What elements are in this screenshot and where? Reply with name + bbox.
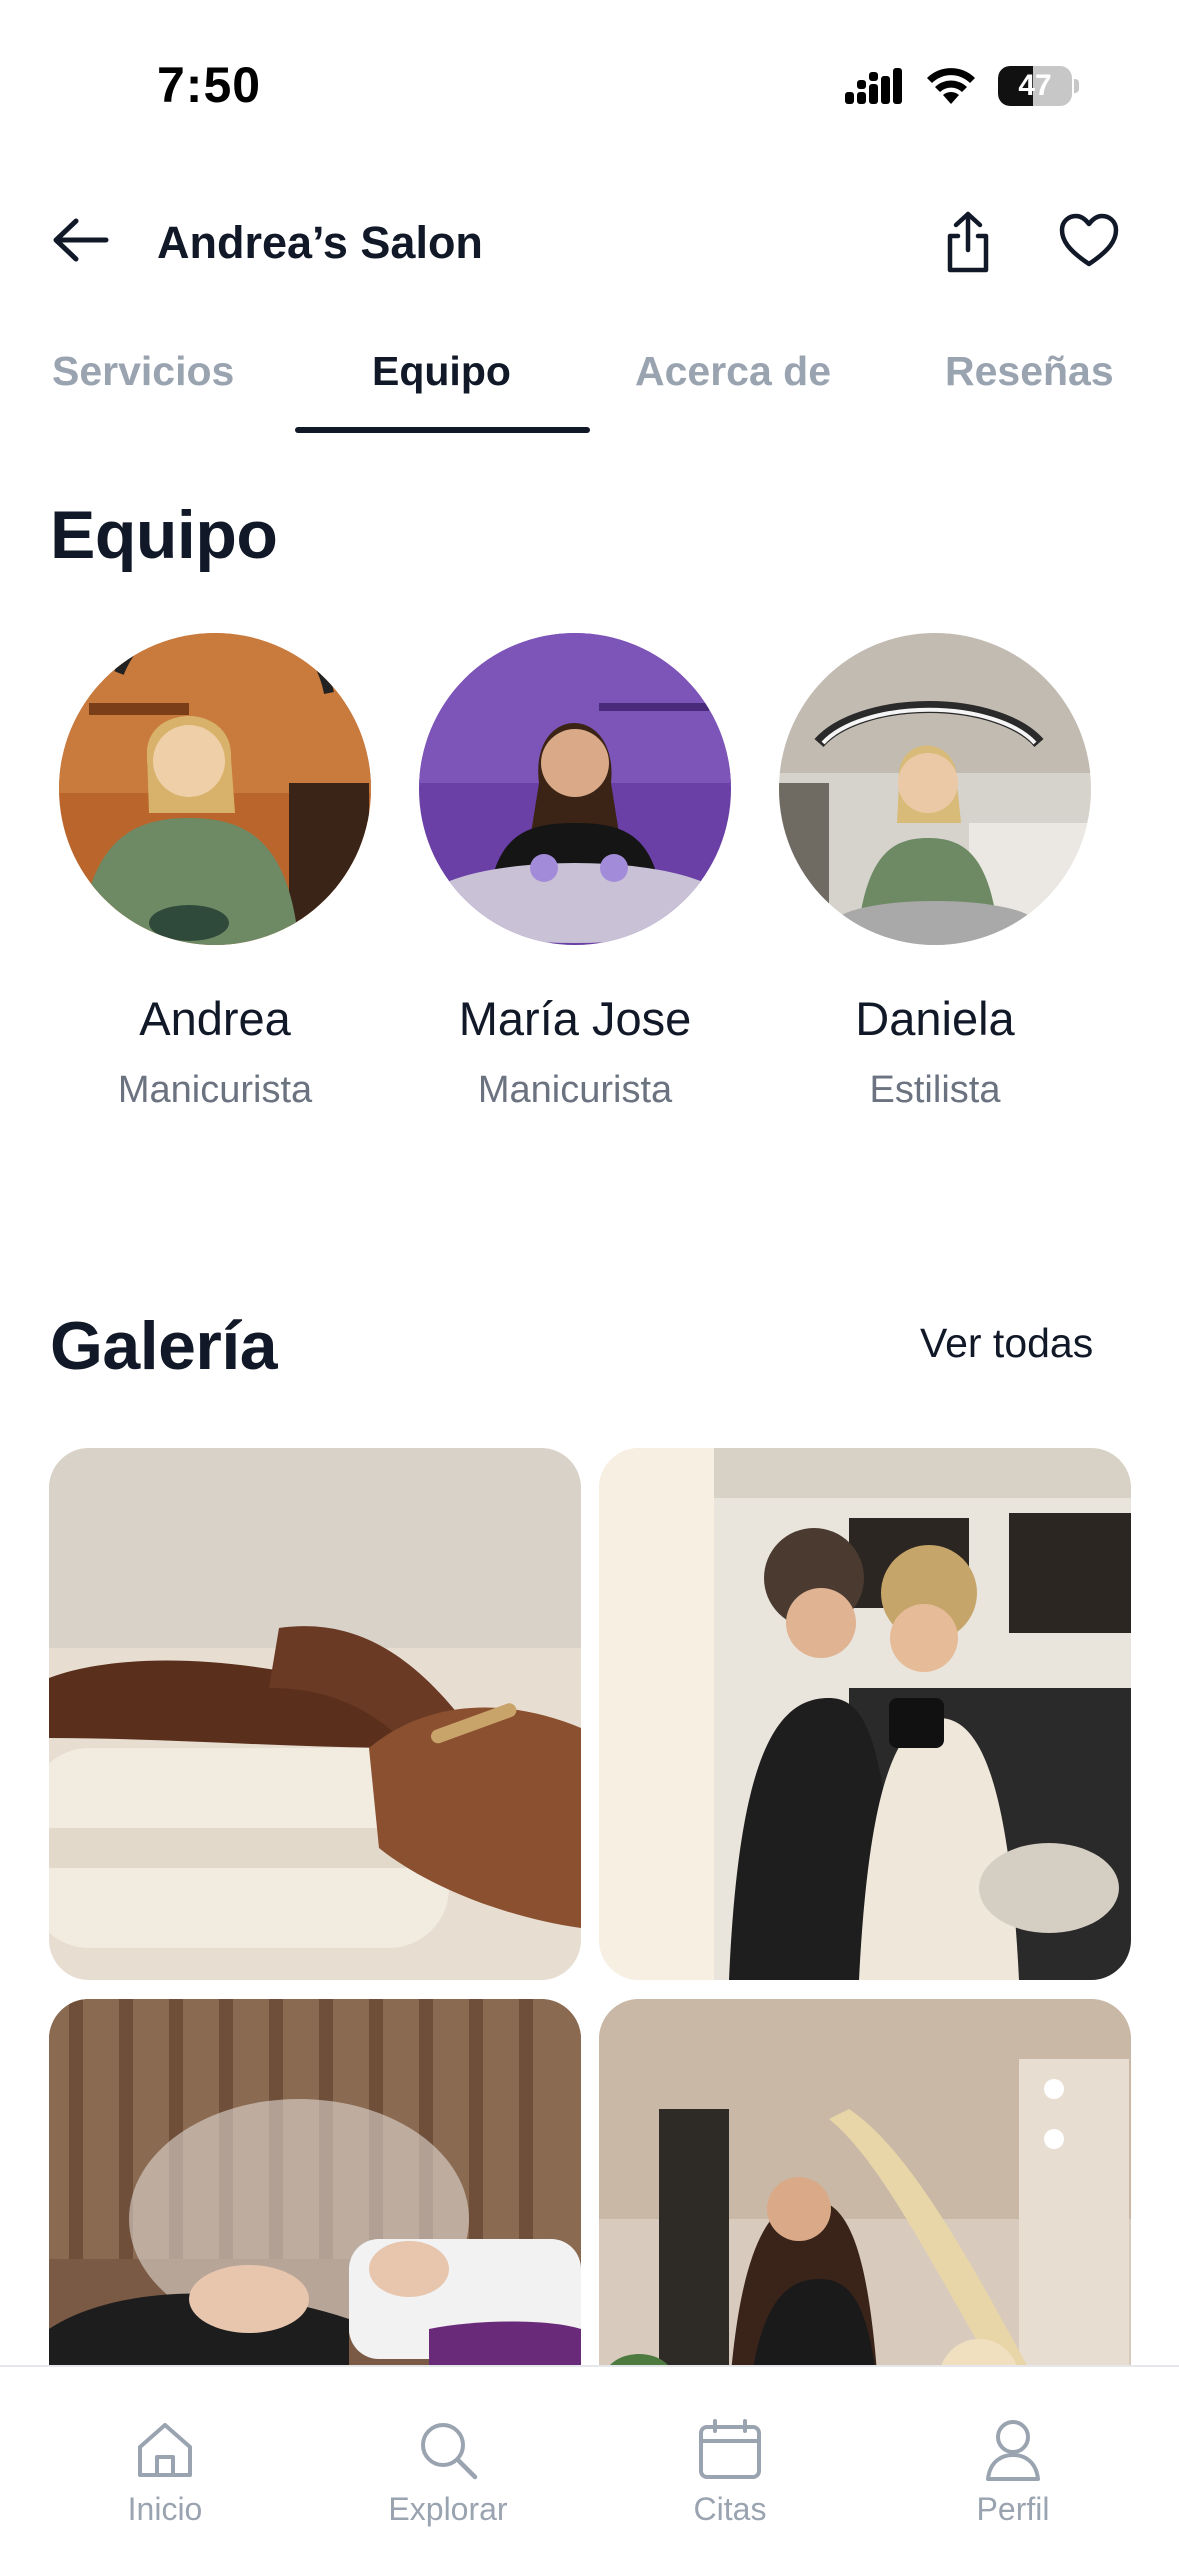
tab-servicios[interactable]: Servicios [52,348,234,395]
team-member-card[interactable]: María Jose Manicurista [414,633,734,1133]
heart-icon [1059,213,1119,267]
team-section-title: Equipo [50,497,278,573]
tab-equipo[interactable]: Equipo [372,348,511,395]
status-time: 7:50 [157,57,262,113]
tab-bar: Servicios Equipo Acerca de Reseñas [0,330,1179,435]
nav-inicio[interactable]: Inicio [65,2417,265,2537]
member-name: Daniela [855,992,1015,1045]
salon-title: Andrea’s Salon [157,217,483,268]
bottom-navigation: Inicio Explorar Citas Perfil [0,2365,1179,2556]
avatar [419,633,731,945]
back-button[interactable] [50,210,130,270]
battery-percentage: 47 [1018,69,1052,102]
team-member-card[interactable]: Andrea Manicurista [54,633,374,1133]
cellular-signal-icon [845,68,902,104]
status-bar: 7:50 47 [0,0,1179,150]
search-icon [421,2423,478,2480]
wifi-icon [927,68,975,104]
member-role: Estilista [869,1069,1001,1111]
see-all-link[interactable]: Ver todas [920,1320,1093,1367]
avatar [779,633,1091,945]
nav-label: Inicio [127,2491,203,2527]
gallery-section-title: Galería [50,1308,278,1384]
user-icon [986,2420,1040,2481]
nav-label: Citas [693,2491,767,2527]
gallery-photo[interactable] [49,1448,581,1980]
active-tab-indicator [295,427,590,433]
member-role: Manicurista [477,1069,673,1111]
team-member-card[interactable]: Daniela Estilista [774,633,1094,1133]
app-header: Andrea’s Salon [0,180,1179,300]
share-icon [947,211,989,273]
calendar-icon [699,2419,761,2479]
tab-acerca-de[interactable]: Acerca de [635,348,831,395]
nav-perfil[interactable]: Perfil [913,2417,1113,2537]
arrow-left-icon [53,218,109,262]
member-name: María Jose [458,992,692,1045]
tab-resenas[interactable]: Reseñas [945,348,1114,395]
avatar [59,633,371,945]
share-button[interactable] [940,210,996,274]
home-icon [138,2423,192,2477]
nav-citas[interactable]: Citas [630,2417,830,2537]
gallery-photo[interactable] [599,1448,1131,1980]
member-name: Andrea [139,992,291,1045]
nav-explorar[interactable]: Explorar [348,2417,548,2537]
member-role: Manicurista [117,1069,313,1111]
nav-label: Explorar [388,2491,508,2527]
favorite-button[interactable] [1058,212,1120,270]
nav-label: Perfil [976,2491,1050,2527]
battery-icon: 47 [998,66,1079,106]
